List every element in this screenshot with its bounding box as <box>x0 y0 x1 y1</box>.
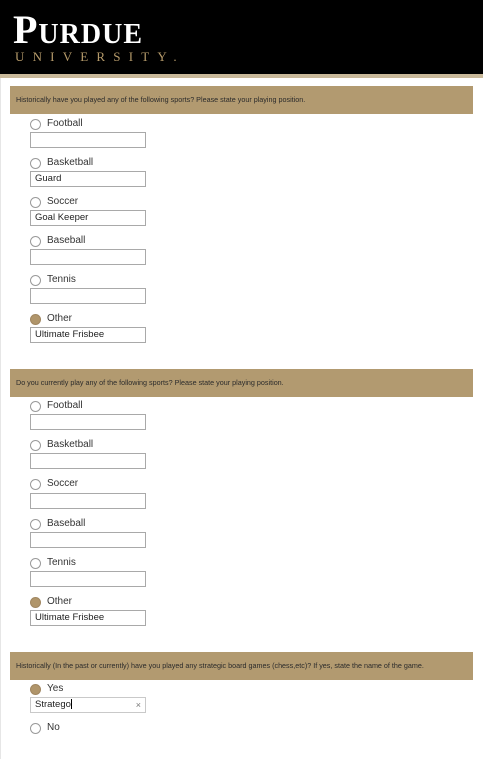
q1-basketball-radio[interactable] <box>30 157 41 169</box>
q2-option-basketball[interactable]: Basketball <box>30 438 93 452</box>
purdue-header: Purdue UNIVERSITY. <box>0 0 483 74</box>
q2-tennis-label: Tennis <box>47 557 76 568</box>
q1-option-soccer[interactable]: Soccer <box>30 195 78 209</box>
q1-football-label: Football <box>47 118 83 129</box>
q2-option-tennis[interactable]: Tennis <box>30 556 76 570</box>
q1-tennis-label: Tennis <box>47 274 76 285</box>
q1-other-position-input[interactable]: Ultimate Frisbee <box>30 327 146 343</box>
purdue-logo-wordmark: Purdue <box>13 7 143 52</box>
q3-yes-radio[interactable] <box>30 683 41 695</box>
q2-baseball-radio[interactable] <box>30 518 41 530</box>
q2-soccer-position-input[interactable] <box>30 493 146 509</box>
q2-option-baseball[interactable]: Baseball <box>30 517 85 531</box>
q1-football-position-input[interactable] <box>30 132 146 148</box>
q1-other-label: Other <box>47 313 73 324</box>
q2-other-label: Other <box>47 596 73 607</box>
q1-soccer-label: Soccer <box>47 196 79 207</box>
q2-other-radio[interactable] <box>30 596 41 608</box>
q1-soccer-radio[interactable] <box>30 196 41 208</box>
q2-tennis-position-input[interactable] <box>30 571 146 587</box>
q2-tennis-radio[interactable] <box>30 557 41 569</box>
header-gold-rule <box>0 74 483 78</box>
q3-game-name-input[interactable]: Stratego × <box>30 697 146 713</box>
q2-option-soccer[interactable]: Soccer <box>30 477 78 491</box>
q2-basketball-position-input[interactable] <box>30 453 146 469</box>
q3-no-label: No <box>47 722 60 733</box>
q2-baseball-label: Baseball <box>47 518 86 529</box>
q2-option-other[interactable]: Other <box>30 595 72 609</box>
q3-option-no[interactable]: No <box>30 721 60 735</box>
q3-option-yes[interactable]: Yes <box>30 682 63 696</box>
q3-no-radio[interactable] <box>30 722 41 734</box>
q1-option-tennis[interactable]: Tennis <box>30 273 76 287</box>
q1-other-radio[interactable] <box>30 313 41 325</box>
q1-tennis-position-input[interactable] <box>30 288 146 304</box>
q2-football-label: Football <box>47 400 83 411</box>
text-caret <box>70 699 72 710</box>
q1-baseball-radio[interactable] <box>30 235 41 247</box>
left-border <box>0 78 1 759</box>
q1-option-baseball[interactable]: Baseball <box>30 234 85 248</box>
q1-option-other[interactable]: Other <box>30 312 72 326</box>
q2-basketball-label: Basketball <box>47 439 94 450</box>
question-2-text: Do you currently play any of the followi… <box>10 369 473 397</box>
q1-option-football[interactable]: Football <box>30 117 83 131</box>
q3-game-name-value: Stratego <box>35 699 71 710</box>
question-3-text: Historically (In the past or currently) … <box>10 652 473 680</box>
q1-tennis-radio[interactable] <box>30 274 41 286</box>
q2-football-position-input[interactable] <box>30 414 146 430</box>
q1-basketball-position-input[interactable]: Guard <box>30 171 146 187</box>
q3-yes-label: Yes <box>47 683 64 694</box>
q2-option-football[interactable]: Football <box>30 399 83 413</box>
clear-input-icon[interactable]: × <box>136 698 141 712</box>
q2-baseball-position-input[interactable] <box>30 532 146 548</box>
purdue-logo-subtitle: UNIVERSITY. <box>15 49 185 64</box>
q1-football-radio[interactable] <box>30 118 41 130</box>
q1-soccer-position-input[interactable]: Goal Keeper <box>30 210 146 226</box>
q2-other-position-input[interactable]: Ultimate Frisbee <box>30 610 146 626</box>
q2-soccer-radio[interactable] <box>30 478 41 490</box>
q2-soccer-label: Soccer <box>47 478 79 489</box>
q2-basketball-radio[interactable] <box>30 439 41 451</box>
q1-basketball-label: Basketball <box>47 157 94 168</box>
q1-baseball-position-input[interactable] <box>30 249 146 265</box>
q1-baseball-label: Baseball <box>47 235 86 246</box>
q1-option-basketball[interactable]: Basketball <box>30 156 93 170</box>
question-1-text: Historically have you played any of the … <box>10 86 473 114</box>
q2-football-radio[interactable] <box>30 400 41 412</box>
